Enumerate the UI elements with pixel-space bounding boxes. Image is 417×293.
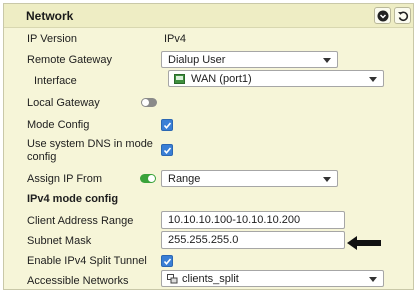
chevron-down-icon bbox=[369, 77, 377, 82]
mode-config-checkbox[interactable] bbox=[161, 119, 173, 131]
checkmark-icon bbox=[163, 122, 172, 130]
client-range-label: Client Address Range bbox=[27, 215, 134, 227]
address-group-icon bbox=[167, 274, 178, 284]
accessible-networks-select[interactable]: clients_split bbox=[161, 270, 384, 287]
ip-version-label: IP Version bbox=[27, 33, 77, 45]
checkmark-icon bbox=[163, 147, 172, 155]
assign-ip-from-value: Range bbox=[168, 173, 201, 185]
subnet-mask-label: Subnet Mask bbox=[27, 235, 92, 247]
local-gateway-label: Local Gateway bbox=[27, 97, 100, 109]
system-dns-checkbox[interactable] bbox=[161, 144, 173, 156]
chevron-down-icon bbox=[369, 277, 377, 282]
system-dns-label: Use system DNS in mode config bbox=[27, 138, 153, 163]
assign-ip-from-toggle[interactable] bbox=[140, 174, 156, 183]
undo-icon bbox=[398, 11, 409, 22]
mode-config-label: Mode Config bbox=[27, 119, 90, 131]
network-port-icon bbox=[174, 74, 185, 84]
chevron-down-icon bbox=[323, 177, 331, 182]
client-range-input[interactable]: 10.10.10.100-10.10.10.200 bbox=[161, 211, 345, 229]
split-tunnel-checkbox[interactable] bbox=[161, 255, 173, 267]
section-title: IPv4 mode config bbox=[27, 193, 119, 205]
interface-label: Interface bbox=[34, 75, 77, 87]
checkmark-icon bbox=[163, 258, 172, 266]
remote-gateway-value: Dialup User bbox=[168, 54, 226, 66]
ip-version-value: IPv4 bbox=[164, 33, 187, 45]
chevron-down-icon bbox=[323, 58, 331, 63]
interface-select[interactable]: WAN (port1) bbox=[168, 70, 384, 87]
chevron-circle-icon bbox=[377, 10, 389, 22]
subnet-mask-input[interactable]: 255.255.255.0 bbox=[161, 231, 345, 249]
panel-title: Network bbox=[26, 9, 74, 23]
accessible-networks-value: clients_split bbox=[182, 273, 239, 285]
assign-ip-from-label: Assign IP From bbox=[27, 173, 102, 185]
arrow-left-icon bbox=[347, 236, 381, 250]
remote-gateway-label: Remote Gateway bbox=[27, 54, 112, 66]
collapse-button[interactable] bbox=[374, 7, 391, 24]
assign-ip-from-select[interactable]: Range bbox=[161, 170, 338, 187]
panel-header: Network bbox=[4, 4, 413, 28]
local-gateway-toggle[interactable] bbox=[141, 98, 157, 107]
interface-value: WAN (port1) bbox=[191, 73, 252, 85]
split-tunnel-label: Enable IPv4 Split Tunnel bbox=[27, 255, 147, 267]
network-panel: Network IP Version IPv4 Remote Gateway D… bbox=[3, 3, 414, 290]
accessible-networks-label: Accessible Networks bbox=[27, 275, 129, 287]
reset-button[interactable] bbox=[394, 7, 411, 24]
remote-gateway-select[interactable]: Dialup User bbox=[161, 51, 338, 68]
